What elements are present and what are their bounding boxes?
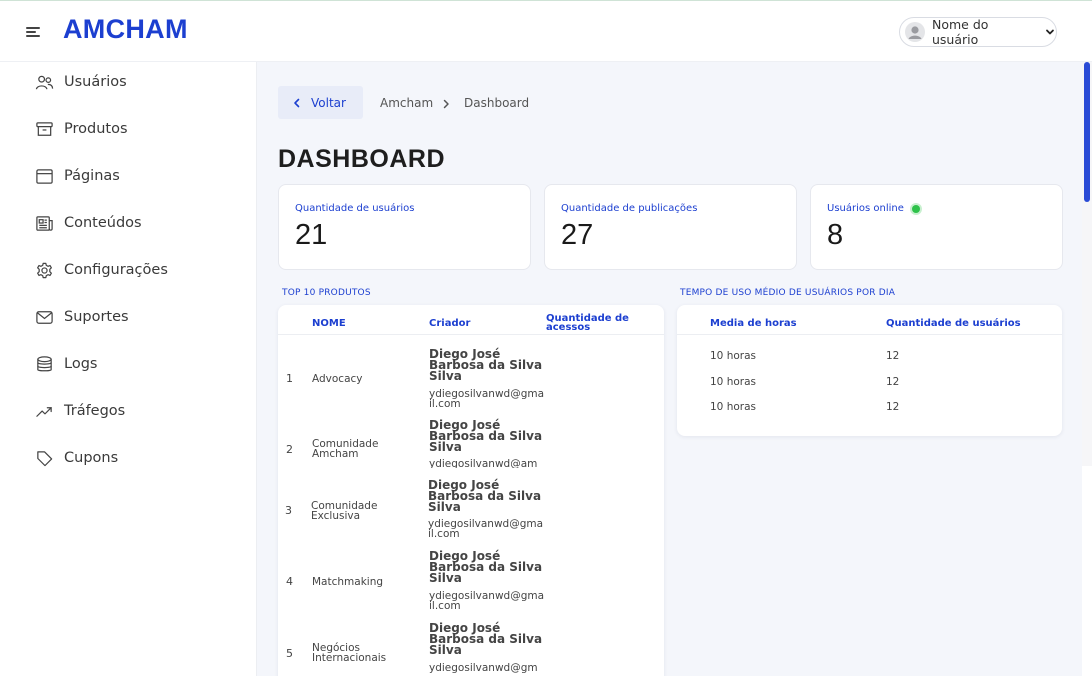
usage-time-table: Media de horas Quantidade de usuários 10… bbox=[677, 305, 1062, 436]
creator-email: ydiegosilvanwd@gmail.com bbox=[428, 518, 544, 540]
chevron-down-icon bbox=[1046, 29, 1054, 35]
stat-value: 8 bbox=[827, 219, 844, 251]
sidebar-item-label: Logs bbox=[64, 356, 98, 372]
breadcrumb-item-dashboard: Dashboard bbox=[464, 96, 530, 110]
creator-name: Diego José Barbosa da Silva Silva bbox=[429, 621, 543, 657]
avg-hours: 10 horas bbox=[710, 350, 756, 362]
sidebar: Usuários Produtos Páginas Conteúdos Conf… bbox=[0, 62, 257, 676]
product-name: Negócios Internacionais bbox=[312, 642, 387, 664]
user-avatar-icon bbox=[905, 22, 925, 42]
stat-label: Quantidade de usuários bbox=[295, 203, 415, 214]
user-name: Nome do usuário bbox=[932, 17, 989, 47]
row-index: 4 bbox=[286, 575, 293, 588]
sidebar-item-label: Páginas bbox=[64, 168, 120, 184]
page-title: DASHBOARD bbox=[278, 145, 445, 173]
back-button-label: Voltar bbox=[311, 95, 346, 110]
column-header-access-count: Quantidade de acessos bbox=[546, 313, 629, 333]
product-name: Comunidade Amcham bbox=[312, 438, 379, 460]
sidebar-item-suportes[interactable]: Suportes bbox=[35, 305, 129, 329]
sidebar-item-logs[interactable]: Logs bbox=[35, 352, 97, 376]
app-logo[interactable]: AMCHAM bbox=[63, 14, 188, 45]
menu-icon[interactable] bbox=[26, 26, 40, 38]
archive-icon bbox=[36, 121, 53, 136]
product-name: Advocacy bbox=[312, 373, 363, 385]
user-count: 12 bbox=[886, 401, 900, 413]
sidebar-item-paginas[interactable]: Páginas bbox=[35, 164, 120, 188]
stat-value: 21 bbox=[295, 219, 328, 251]
column-header-creator: Criador bbox=[429, 318, 471, 329]
chevron-right-icon bbox=[443, 99, 449, 109]
sidebar-item-label: Cupons bbox=[64, 450, 119, 466]
newspaper-icon bbox=[36, 215, 53, 231]
sidebar-item-trafegos[interactable]: Tráfegos bbox=[35, 399, 125, 423]
avg-hours: 10 horas bbox=[710, 376, 756, 388]
online-status-dot bbox=[912, 205, 920, 213]
creator-name: Diego José Barbosa da Silva Silva bbox=[429, 418, 543, 454]
stat-card-publications: Quantidade de publicações 27 bbox=[544, 184, 797, 270]
user-count: 12 bbox=[886, 376, 900, 388]
stat-value: 27 bbox=[561, 219, 594, 251]
gear-icon bbox=[37, 262, 52, 278]
creator-email: ydiegosilvanwd@gmail.com bbox=[429, 590, 545, 612]
column-header-user-count: Quantidade de usuários bbox=[886, 318, 1021, 329]
envelope-icon bbox=[36, 310, 53, 324]
column-header-avg-hours: Media de horas bbox=[710, 318, 797, 329]
stat-card-users: Quantidade de usuários 21 bbox=[278, 184, 531, 270]
creator-name: Diego José Barbosa da Silva Silva bbox=[429, 347, 543, 383]
stat-label: Quantidade de publicações bbox=[561, 203, 698, 214]
breadcrumb-item-amcham[interactable]: Amcham bbox=[380, 96, 433, 110]
row-index: 1 bbox=[286, 372, 293, 385]
row-index: 5 bbox=[286, 647, 293, 660]
chevron-left-icon bbox=[294, 98, 300, 107]
sidebar-item-label: Usuários bbox=[64, 74, 127, 90]
trending-up-icon bbox=[36, 406, 52, 417]
stat-label: Usuários online bbox=[827, 203, 904, 214]
sidebar-item-conteudos[interactable]: Conteúdos bbox=[35, 211, 142, 235]
back-button[interactable]: Voltar bbox=[278, 86, 363, 119]
product-name: Comunidade Exclusiva bbox=[311, 500, 378, 522]
sidebar-item-produtos[interactable]: Produtos bbox=[35, 117, 128, 141]
browser-window-icon bbox=[36, 168, 53, 184]
creator-email: ydiegosilvanwd@gmail.com bbox=[429, 388, 545, 410]
table-header-divider bbox=[677, 334, 1062, 335]
user-count: 12 bbox=[886, 350, 900, 362]
sidebar-item-label: Produtos bbox=[64, 121, 128, 137]
tag-icon bbox=[37, 450, 53, 466]
main-content: Voltar Amcham Dashboard DASHBOARD Quanti… bbox=[257, 62, 1082, 676]
section-title-top-products: TOP 10 PRODUTOS bbox=[282, 288, 371, 298]
section-title-usage-time: TEMPO DE USO MÉDIO DE USUÁRIOS POR DIA bbox=[680, 288, 896, 298]
user-menu-button[interactable]: Nome do usuário bbox=[899, 17, 1057, 47]
column-header-name: NOME bbox=[312, 318, 346, 329]
row-index: 2 bbox=[286, 443, 293, 456]
creator-name: Diego José Barbosa da Silva Silva bbox=[429, 549, 543, 585]
sidebar-item-cupons[interactable]: Cupons bbox=[35, 446, 118, 470]
table-header-divider bbox=[278, 334, 664, 335]
sidebar-item-usuarios[interactable]: Usuários bbox=[35, 70, 127, 94]
sidebar-item-configuracoes[interactable]: Configurações bbox=[35, 258, 168, 282]
scrollbar-thumb[interactable] bbox=[1084, 62, 1090, 202]
sidebar-item-label: Suportes bbox=[64, 309, 129, 325]
creator-email: ydiegosilvanwd@am bbox=[429, 459, 538, 468]
users-icon bbox=[35, 75, 54, 89]
stat-card-online: Usuários online 8 bbox=[810, 184, 1063, 270]
sidebar-item-label: Configurações bbox=[64, 262, 168, 278]
database-icon bbox=[37, 355, 52, 371]
product-name: Matchmaking bbox=[312, 576, 384, 588]
top-bar: AMCHAM Nome do usuário bbox=[0, 0, 1092, 62]
creator-email: ydiegosilvanwd@gm bbox=[429, 663, 538, 674]
row-index: 3 bbox=[285, 504, 292, 517]
top-products-table: NOME Criador Quantidade de acessos 1 Adv… bbox=[278, 305, 664, 676]
creator-name: Diego José Barbosa da Silva Silva bbox=[428, 478, 542, 514]
sidebar-item-label: Conteúdos bbox=[64, 215, 142, 231]
avg-hours: 10 horas bbox=[710, 401, 756, 413]
sidebar-item-label: Tráfegos bbox=[64, 403, 126, 419]
